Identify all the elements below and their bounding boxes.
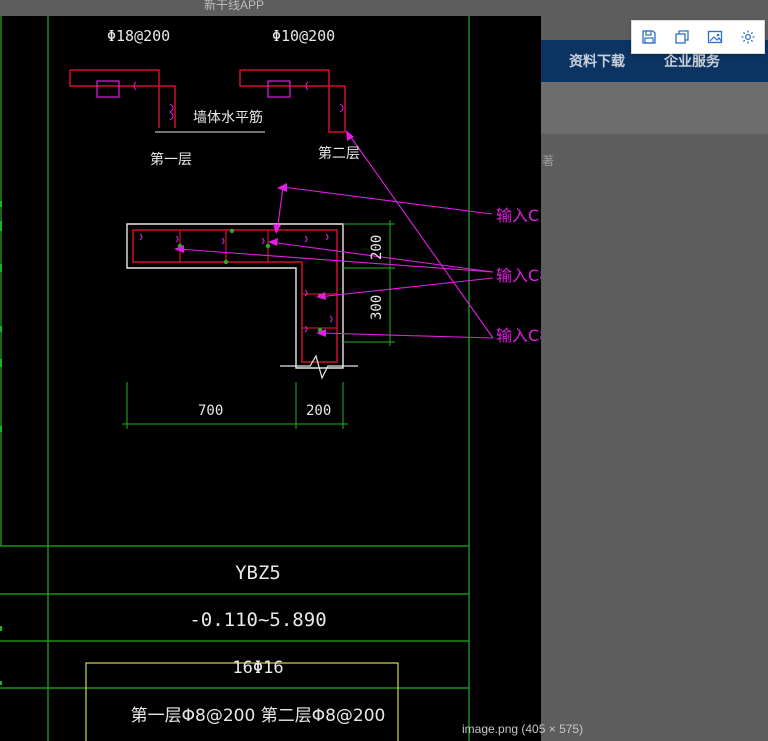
cad-drawing: Φ18@200 Φ10@200 墙体水平筋 第一层 第二层 输入C10@100 … bbox=[0, 16, 541, 741]
annotation-c8-200: 输入C8@200 bbox=[496, 326, 541, 345]
copy-icon[interactable] bbox=[669, 24, 695, 50]
wall-rebar-label: 墙体水平筋 bbox=[193, 109, 263, 126]
dim-horizontal-left: 700 bbox=[198, 403, 223, 419]
side-text: 著 bbox=[542, 154, 555, 168]
nav-item-enterprise[interactable]: 企业服务 bbox=[664, 51, 720, 71]
image-viewer[interactable]: Φ18@200 Φ10@200 墙体水平筋 第一层 第二层 输入C10@100 … bbox=[0, 16, 541, 741]
column-section bbox=[126, 223, 358, 380]
settings-icon[interactable] bbox=[735, 24, 761, 50]
viewer-toolbar bbox=[631, 20, 765, 54]
image-caption: image.png (405 × 575) bbox=[462, 722, 584, 736]
table-elevation: -0.110~5.890 bbox=[189, 609, 326, 631]
dimension-lines bbox=[122, 220, 395, 429]
save-icon[interactable] bbox=[636, 24, 662, 50]
nav-item-downloads[interactable]: 资料下载 bbox=[569, 51, 625, 71]
annotation-arrows bbox=[177, 132, 494, 339]
dim-vertical-top: 200 bbox=[369, 235, 385, 260]
table-stirrup: 第一层Φ8@200 第二层Φ8@200 bbox=[131, 706, 386, 726]
dim-horizontal-right: 200 bbox=[306, 403, 331, 419]
table-main-rebar: 16Φ16 bbox=[232, 658, 283, 678]
annotation-c10-100: 输入C10@100 bbox=[496, 206, 541, 225]
rebar-label-1: Φ18@200 bbox=[107, 27, 170, 45]
annotation-c8-100: 输入C8@100 bbox=[496, 266, 541, 285]
table-column-name: YBZ5 bbox=[235, 562, 281, 584]
rebar-label-2: Φ10@200 bbox=[272, 27, 335, 45]
app-link[interactable]: 新干线APP bbox=[204, 0, 264, 13]
dim-vertical-bottom: 300 bbox=[369, 295, 385, 320]
layer-label-1: 第一层 bbox=[150, 151, 192, 168]
image-icon[interactable] bbox=[702, 24, 728, 50]
layer-label-2: 第二层 bbox=[318, 145, 360, 162]
